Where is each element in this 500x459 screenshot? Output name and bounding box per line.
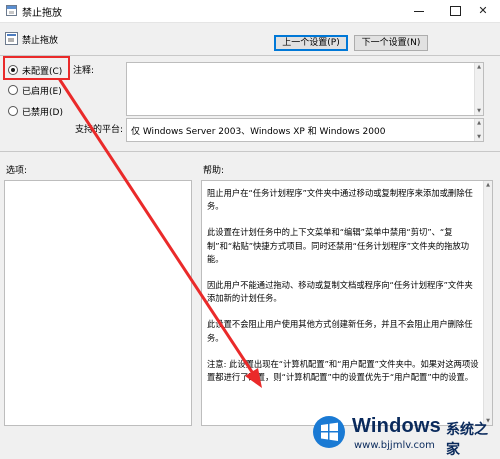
help-paragraph: 阻止用户在“任务计划程序”文件夹中通过移动或复制程序来添加或删除任务。 bbox=[207, 188, 473, 212]
watermark-site-name: 系统之家 bbox=[446, 422, 488, 458]
minimize-icon bbox=[414, 10, 424, 12]
radio-label: 已禁用(D) bbox=[22, 108, 63, 118]
section-divider bbox=[0, 151, 500, 152]
radio-unselected-icon bbox=[8, 85, 18, 95]
help-paragraph: 注意: 此设置出现在“计算机配置”和“用户配置”文件夹中。如果对这两项设置都进行… bbox=[207, 358, 479, 383]
comment-scrollbar[interactable]: ▲ ▼ bbox=[474, 63, 483, 115]
help-pane: 阻止用户在“任务计划程序”文件夹中通过移动或复制程序来添加或删除任务。 此设置在… bbox=[201, 180, 493, 426]
scroll-down-icon[interactable]: ▼ bbox=[475, 107, 483, 115]
close-button[interactable]: ✕ bbox=[466, 0, 500, 22]
comment-label: 注释: bbox=[73, 66, 95, 76]
windows-logo-icon bbox=[313, 416, 345, 448]
options-pane bbox=[4, 180, 192, 426]
policy-app-icon bbox=[6, 5, 17, 16]
next-setting-button[interactable]: 下一个设置(N) bbox=[354, 35, 428, 51]
supported-platform-value: 仅 Windows Server 2003、Windows XP 和 Windo… bbox=[131, 127, 386, 137]
watermark-brand: Windows bbox=[352, 415, 441, 437]
previous-setting-button[interactable]: 上一个设置(P) bbox=[274, 35, 348, 51]
options-label: 选项: bbox=[6, 166, 28, 176]
window-title: 禁止拖放 bbox=[22, 8, 62, 19]
scroll-down-icon[interactable]: ▼ bbox=[475, 133, 483, 141]
radio-label: 已启用(E) bbox=[22, 87, 62, 97]
scroll-up-icon[interactable]: ▲ bbox=[484, 181, 492, 189]
help-label: 帮助: bbox=[203, 166, 225, 176]
maximize-icon bbox=[449, 6, 461, 16]
platform-scrollbar[interactable]: ▲ ▼ bbox=[474, 119, 483, 141]
watermark: Windows 系统之家 www.bjjmlv.com bbox=[304, 407, 500, 458]
close-icon: ✕ bbox=[478, 4, 488, 17]
title-bar: 禁止拖放 ✕ bbox=[0, 0, 500, 23]
policy-name: 禁止拖放 bbox=[22, 36, 59, 46]
annotation-highlight-box bbox=[3, 56, 70, 80]
help-text: 阻止用户在“任务计划程序”文件夹中通过移动或复制程序来添加或删除任务。 此设置在… bbox=[207, 187, 481, 397]
supported-platform-field: 仅 Windows Server 2003、Windows XP 和 Windo… bbox=[126, 118, 484, 142]
header-divider bbox=[0, 55, 500, 56]
help-paragraph: 因此用户不能通过拖动、移动或复制文档或程序向“任务计划程序”文件夹添加新的计划任… bbox=[207, 280, 473, 304]
supported-platform-label: 支持的平台: bbox=[75, 125, 124, 135]
radio-unselected-icon bbox=[8, 106, 18, 116]
comment-textarea[interactable]: ▲ ▼ bbox=[126, 62, 484, 116]
help-scrollbar[interactable]: ▲ ▼ bbox=[483, 181, 492, 425]
help-paragraph: 此设置在计划任务中的上下文菜单和“编辑”菜单中禁用“剪切”、“复制”和“粘贴”快… bbox=[207, 227, 470, 264]
scroll-up-icon[interactable]: ▲ bbox=[475, 119, 483, 127]
policy-setting-icon bbox=[5, 32, 18, 45]
scroll-up-icon[interactable]: ▲ bbox=[475, 63, 483, 71]
watermark-url: www.bjjmlv.com bbox=[354, 440, 435, 451]
help-paragraph: 此设置不会阻止用户使用其他方式创建新任务，并且不会阻止用户删除任务。 bbox=[207, 319, 473, 343]
